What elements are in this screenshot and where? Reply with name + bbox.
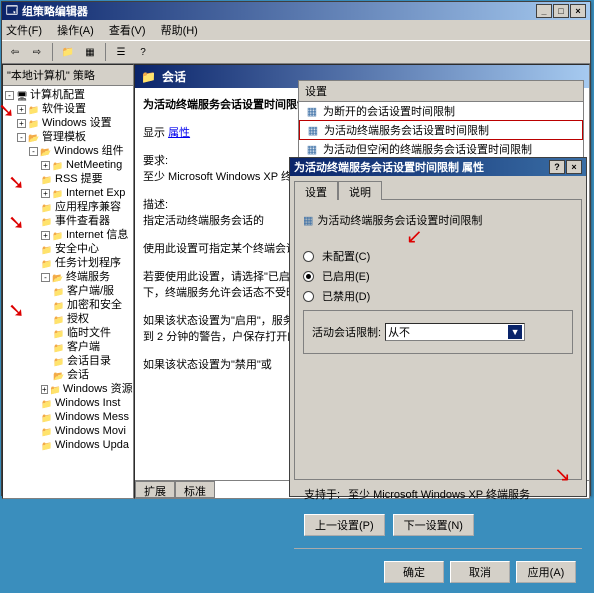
tree-security-center[interactable]: 📁安全中心 [5, 242, 131, 256]
tree-software[interactable]: +📁软件设置 [5, 102, 131, 116]
toolbar: ⇦ ⇨ 📁 ▦ ☰ ? [2, 40, 590, 64]
help-button[interactable]: ? [134, 43, 152, 61]
radio-enabled[interactable]: 已启用(E) [303, 268, 573, 284]
policy-icon: ▦ [306, 124, 320, 137]
menu-action[interactable]: 操作(A) [57, 25, 94, 37]
tree-messenger[interactable]: 📁Windows Mess [5, 410, 131, 424]
radio-disabled[interactable]: 已禁用(D) [303, 288, 573, 304]
tree-windows-components[interactable]: -📂Windows 组件 [5, 144, 131, 158]
list-item-selected[interactable]: ▦为活动终端服务会话设置时间限制 [299, 120, 583, 140]
forward-button[interactable]: ⇨ [28, 43, 46, 61]
tree-event-viewer[interactable]: 📁事件查看器 [5, 214, 131, 228]
tree-rss[interactable]: 📁RSS 提要 [5, 172, 131, 186]
tree-terminal-services[interactable]: -📂终端服务 [5, 270, 131, 284]
dialog-content: ▦ 为活动终端服务会话设置时间限制 未配置(C) 已启用(E) 已禁用(D) 活… [294, 200, 582, 480]
dropdown-arrow-icon: ▼ [508, 325, 522, 339]
back-button[interactable]: ⇦ [6, 43, 24, 61]
properties-link[interactable]: 属性 [168, 127, 190, 139]
list-item[interactable]: ▦为断开的会话设置时间限制 [299, 102, 583, 120]
tree-update[interactable]: 📁Windows Upda [5, 438, 131, 452]
tree-explorer[interactable]: +📁Windows 资源 [5, 382, 131, 396]
close-button[interactable]: × [570, 4, 586, 18]
tree: -🖥计算机配置 +📁软件设置 +📁Windows 设置 -📂管理模板 -📂Win… [3, 86, 133, 454]
tree-ie[interactable]: +📁Internet Exp [5, 186, 131, 200]
tree-movie[interactable]: 📁Windows Movi [5, 424, 131, 438]
dialog-titlebar[interactable]: 为活动终端服务会话设置时间限制 属性 ? × [290, 158, 586, 176]
folder-icon: 📁 [141, 70, 156, 84]
tree-windows-settings[interactable]: +📁Windows 设置 [5, 116, 131, 130]
app-icon: 🗔 [6, 2, 18, 21]
settings-list-header: 设置 [299, 81, 583, 102]
dialog-help-button[interactable]: ? [549, 160, 565, 174]
show-hide-button[interactable]: ▦ [81, 43, 99, 61]
properties-button[interactable]: ☰ [112, 43, 130, 61]
tree-app-compat[interactable]: 📁应用程序兼容 [5, 200, 131, 214]
dialog-close-button[interactable]: × [566, 160, 582, 174]
up-button[interactable]: 📁 [59, 43, 77, 61]
select-value: 从不 [388, 324, 410, 340]
tree-encryption[interactable]: 📁加密和安全 [5, 298, 131, 312]
properties-dialog: 为活动终端服务会话设置时间限制 属性 ? × 设置 说明 ▦ 为活动终端服务会话… [289, 157, 587, 497]
maximize-button[interactable]: □ [553, 4, 569, 18]
ok-button[interactable]: 确定 [384, 561, 444, 583]
radio-notconfigured[interactable]: 未配置(C) [303, 248, 573, 264]
tree-client-server[interactable]: 📁客户端/服 [5, 284, 131, 298]
tree-client[interactable]: 📁客户端 [5, 340, 131, 354]
policy-large-icon: ▦ [303, 214, 313, 227]
tree-header: "本地计算机" 策略 [3, 65, 133, 86]
apply-button[interactable]: 应用(A) [516, 561, 576, 583]
cancel-button[interactable]: 取消 [450, 561, 510, 583]
policy-icon: ▦ [305, 143, 319, 156]
session-limit-select[interactable]: 从不 ▼ [385, 323, 525, 341]
next-setting-button[interactable]: 下一设置(N) [393, 514, 474, 536]
tab-setting[interactable]: 设置 [294, 181, 338, 200]
tree-task-scheduler[interactable]: 📁任务计划程序 [5, 256, 131, 270]
tree-netmeeting[interactable]: +📁NetMeeting [5, 158, 131, 172]
tab-expand[interactable]: 扩展 [135, 481, 175, 498]
tree-internet-info[interactable]: +📁Internet 信息 [5, 228, 131, 242]
tree-panel: "本地计算机" 策略 -🖥计算机配置 +📁软件设置 +📁Windows 设置 -… [2, 64, 134, 499]
dialog-title: 为活动终端服务会话设置时间限制 属性 [294, 159, 549, 175]
minimize-button[interactable]: _ [536, 4, 552, 18]
prev-setting-button[interactable]: 上一设置(P) [304, 514, 385, 536]
menu-file[interactable]: 文件(F) [6, 25, 42, 37]
tab-standard[interactable]: 标准 [175, 481, 215, 498]
policy-icon: ▦ [305, 105, 319, 118]
main-titlebar[interactable]: 🗔 组策略编辑器 _ □ × [2, 2, 590, 20]
tree-licensing[interactable]: 📁授权 [5, 312, 131, 326]
dialog-tabs: 设置 说明 [294, 180, 582, 200]
select-label: 活动会话限制: [312, 324, 381, 340]
content-title: 会话 [162, 68, 186, 85]
tab-explain[interactable]: 说明 [338, 181, 382, 200]
tree-admin-templates[interactable]: -📂管理模板 [5, 130, 131, 144]
tree-session-dir[interactable]: 📁会话目录 [5, 354, 131, 368]
display-label: 显示 [143, 127, 165, 139]
options-groupbox: 活动会话限制: 从不 ▼ [303, 310, 573, 354]
tree-computer-config[interactable]: -🖥计算机配置 [5, 88, 131, 102]
tree-installer[interactable]: 📁Windows Inst [5, 396, 131, 410]
menubar: 文件(F) 操作(A) 查看(V) 帮助(H) [2, 20, 590, 40]
window-title: 组策略编辑器 [22, 3, 536, 19]
policy-name: 为活动终端服务会话设置时间限制 [317, 212, 482, 228]
menu-help[interactable]: 帮助(H) [161, 25, 198, 37]
list-item[interactable]: ▦为活动但空闲的终端服务会话设置时间限制 [299, 140, 583, 158]
tree-session[interactable]: 📂会话 [5, 368, 131, 382]
menu-view[interactable]: 查看(V) [109, 25, 146, 37]
tree-temp-folders[interactable]: 📁临时文件 [5, 326, 131, 340]
